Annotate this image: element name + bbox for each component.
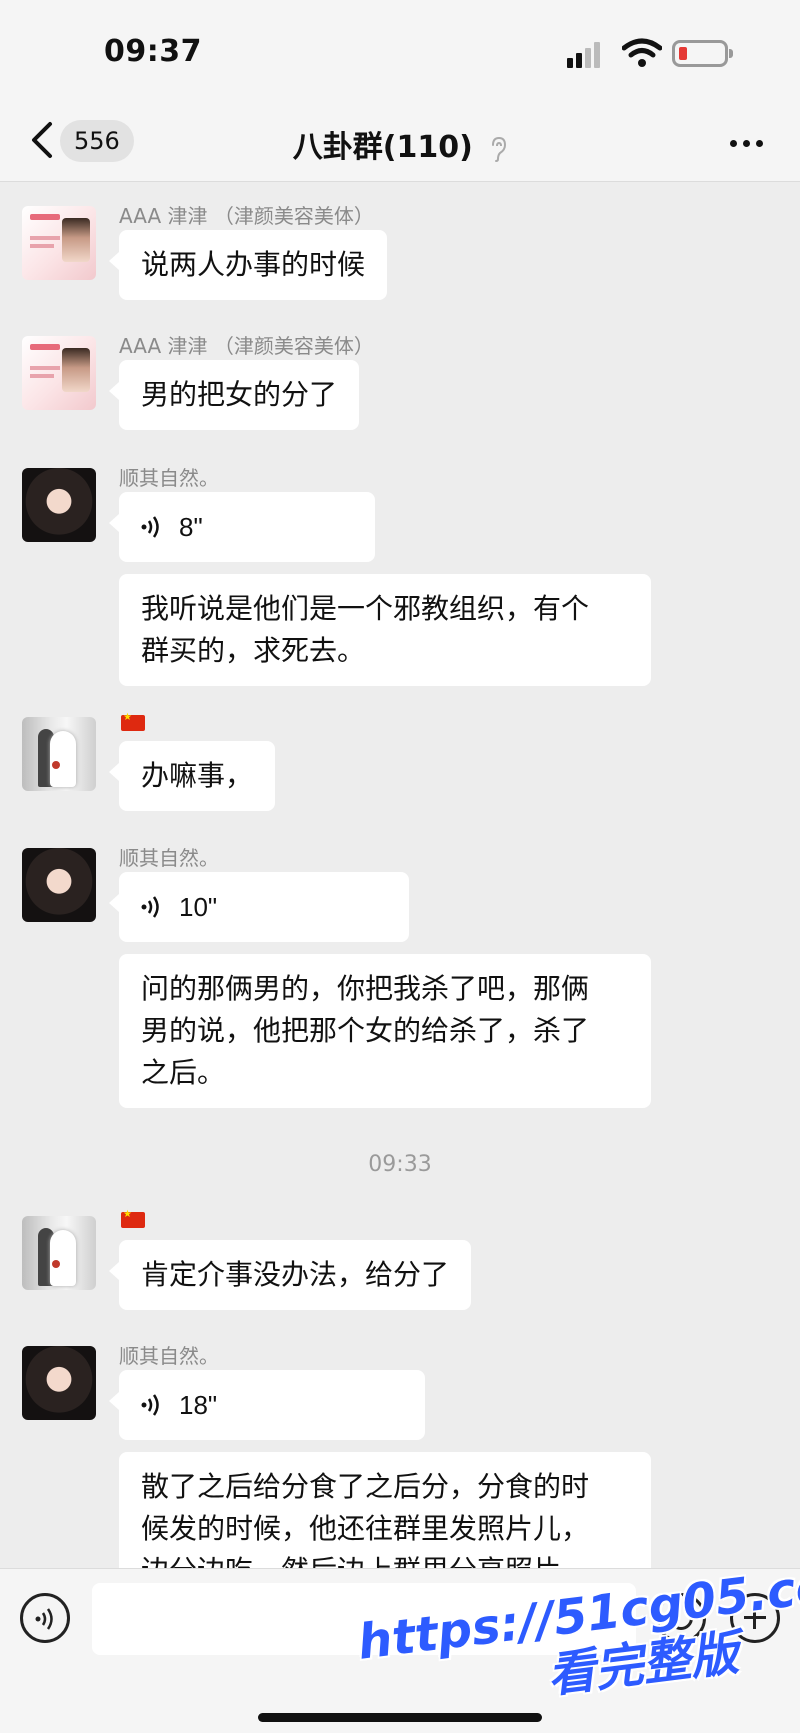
signal-icon [567, 42, 609, 68]
text-bubble[interactable]: 办嘛事， [108, 741, 276, 811]
avatar[interactable] [22, 468, 96, 542]
message-line: 办嘛事， [141, 759, 254, 792]
chat-title: 八卦群(110) [292, 130, 473, 165]
message-line: 男的把女的分了 [141, 378, 338, 411]
text-bubble[interactable]: 男的把女的分了 [108, 360, 360, 430]
home-indicator [258, 1713, 542, 1722]
sender-name: AAA 津津 （津颜美容美体） [119, 204, 374, 228]
more-icon[interactable] [730, 124, 770, 154]
text-bubble[interactable]: 说两人办事的时候 [108, 230, 388, 300]
avatar[interactable] [22, 848, 96, 922]
message-line: 候发的时候，他还往群里发照片儿， [141, 1512, 590, 1545]
text-bubble[interactable]: 我听说是他们是一个邪教组织，有个 群买的，求死去。 [119, 574, 651, 686]
sender-name: 顺其自然。 [119, 846, 219, 870]
china-flag-icon [121, 712, 145, 731]
text-bubble[interactable]: 肯定介事没办法，给分了 [108, 1240, 472, 1310]
wifi-icon [622, 38, 662, 67]
message-line: 我听说是他们是一个邪教组织，有个 [141, 592, 590, 625]
voice-bubble[interactable]: 18" [109, 1370, 425, 1440]
voice-duration: 8" [179, 512, 203, 542]
battery-icon [672, 40, 733, 67]
china-flag-icon [121, 1209, 145, 1228]
avatar[interactable] [22, 206, 96, 280]
voice-wave-icon [141, 516, 159, 538]
avatar[interactable] [22, 717, 96, 791]
chat-title-wrap: 八卦群(110) [0, 122, 800, 166]
message-line: 说两人办事的时候 [141, 248, 366, 281]
message-line: 之后。 [141, 1056, 226, 1089]
message-line: 肯定介事没办法，给分了 [141, 1258, 450, 1291]
sender-name: 顺其自然。 [119, 1344, 219, 1368]
status-time: 09:37 [104, 34, 202, 69]
mute-ear-icon [492, 136, 507, 162]
voice-input-icon[interactable] [20, 1593, 70, 1643]
input-bar [0, 1568, 800, 1733]
status-bar: 09:37 [0, 0, 800, 100]
voice-duration: 18" [179, 1390, 218, 1420]
sender-name: 顺其自然。 [119, 466, 219, 490]
voice-bubble[interactable]: 8" [109, 492, 375, 562]
voice-duration: 10" [179, 892, 218, 922]
emoji-icon[interactable] [656, 1593, 706, 1643]
chat-header: 556 八卦群(110) [0, 100, 800, 182]
voice-wave-icon [141, 1394, 159, 1416]
sender-name: AAA 津津 （津颜美容美体） [119, 334, 374, 358]
message-line: 男的说，他把那个女的给杀了，杀了 [141, 1014, 590, 1047]
avatar[interactable] [22, 1346, 96, 1420]
avatar[interactable] [22, 336, 96, 410]
voice-bubble[interactable]: 10" [109, 872, 409, 942]
time-separator: 09:33 [368, 1152, 432, 1177]
message-input[interactable] [92, 1583, 636, 1655]
message-line: 问的那俩男的，你把我杀了吧，那俩 [141, 972, 590, 1005]
message-line: 群买的，求死去。 [141, 634, 366, 667]
avatar[interactable] [22, 1216, 96, 1290]
plus-icon[interactable] [730, 1593, 780, 1643]
text-bubble[interactable]: 问的那俩男的，你把我杀了吧，那俩 男的说，他把那个女的给杀了，杀了 之后。 [119, 954, 651, 1108]
voice-wave-icon [141, 896, 159, 918]
message-line: 散了之后给分食了之后分，分食的时 [141, 1470, 590, 1503]
